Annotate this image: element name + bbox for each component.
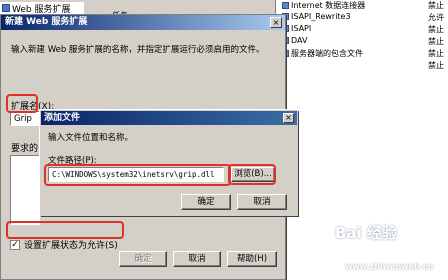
list-item[interactable]: ISAPI 禁止 bbox=[276, 24, 448, 36]
checkbox-label: 设置扩展状态为允许(S) bbox=[24, 241, 118, 251]
watermark-site: www.zhiwenweb.cn bbox=[345, 262, 434, 271]
list-item[interactable]: 禁止 bbox=[276, 60, 448, 72]
watermark-brand: Bai 经验 bbox=[335, 224, 397, 242]
allow-status-checkbox[interactable]: ✓ bbox=[10, 239, 20, 250]
add-file-dialog: 添加文件 × 输入文件位置和名称。 文件路径(P): C:\WINDOWS\sy… bbox=[40, 110, 298, 216]
dialog-instruction: 输入文件位置和名称。 bbox=[48, 133, 134, 143]
required-files-label: 要求的 bbox=[11, 144, 39, 154]
tree-item-label: Web 服务扩展 bbox=[12, 4, 71, 15]
folder-icon bbox=[2, 4, 10, 12]
list-item[interactable]: DAV 禁止 bbox=[276, 36, 448, 48]
help-button[interactable]: 帮助(H) bbox=[227, 251, 277, 267]
highlight-file-path bbox=[44, 164, 231, 186]
dialog-instruction: 输入新建 Web 服务扩展的名称，并指定扩展运行必须启用的文件。 bbox=[11, 45, 265, 55]
allow-status-checkbox-row[interactable]: ✓ 设置扩展状态为允许(S) bbox=[10, 238, 118, 251]
list-item[interactable]: Internet 数据连接器 禁止 bbox=[276, 0, 448, 12]
ok-button[interactable]: 确定 bbox=[181, 194, 231, 210]
tree-item-web-extensions[interactable]: Web 服务扩展 bbox=[0, 2, 84, 15]
highlight-browse bbox=[228, 164, 276, 185]
dialog-title: 新建 Web 服务扩展 bbox=[1, 15, 285, 30]
cancel-button[interactable]: 取消 bbox=[237, 194, 287, 210]
cancel-button[interactable]: 取消 bbox=[173, 251, 221, 267]
highlight-allow-checkbox bbox=[6, 221, 124, 239]
ok-button[interactable]: 确定 bbox=[119, 251, 167, 267]
list-item[interactable]: 服务器端的包含文件 禁止 bbox=[276, 48, 448, 60]
required-files-list[interactable] bbox=[10, 155, 40, 225]
dialog-title: 添加文件 bbox=[41, 111, 297, 125]
highlight-extension-name bbox=[6, 94, 38, 113]
extension-icon bbox=[282, 2, 289, 9]
close-icon[interactable]: × bbox=[270, 17, 282, 28]
list-item[interactable]: ISAPI_Rewrite3 允许 bbox=[276, 12, 448, 24]
close-icon[interactable]: × bbox=[283, 113, 294, 123]
